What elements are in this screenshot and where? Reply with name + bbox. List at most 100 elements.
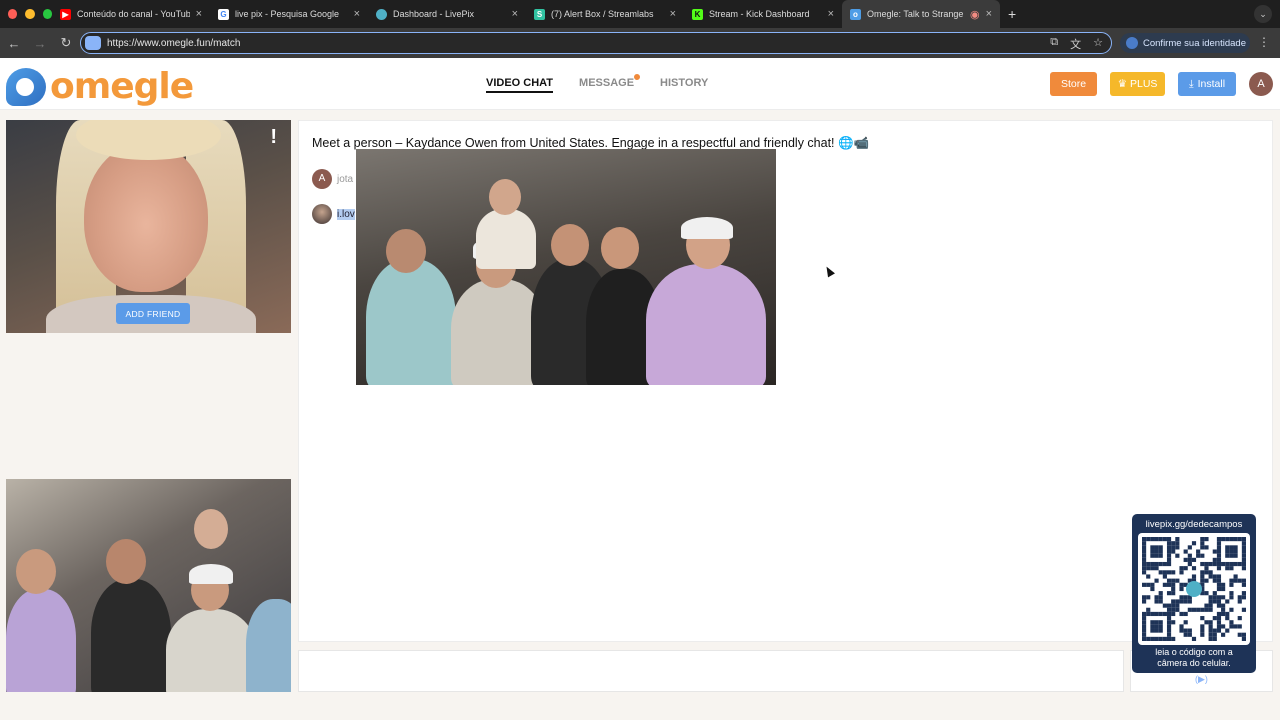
qr-module [1200, 632, 1205, 637]
qr-module [1237, 561, 1242, 567]
qr-module [1171, 570, 1176, 575]
identity-chip[interactable]: Confirme sua identidade [1120, 33, 1250, 53]
message-input[interactable] [298, 650, 1124, 692]
install-button[interactable]: ⤓ Install [1178, 72, 1236, 96]
tab-streamlabs[interactable]: S (7) Alert Box / Streamlabs × [526, 0, 684, 28]
chat-message: i.lov [312, 204, 355, 224]
qr-center-logo [1186, 581, 1202, 597]
qr-module [1229, 537, 1234, 542]
qr-module [1171, 541, 1176, 546]
qr-module [1150, 611, 1155, 617]
qr-module [1208, 603, 1213, 608]
store-button[interactable]: Store [1050, 72, 1097, 96]
video-content [6, 589, 76, 692]
qr-module [1158, 545, 1163, 550]
qr-module [1221, 582, 1226, 587]
qr-module [1142, 632, 1147, 637]
address-bar[interactable]: https://www.omegle.fun/match ⧉ 文 ☆ [80, 32, 1112, 54]
new-tab-icon[interactable]: + [1008, 6, 1016, 22]
qr-module [1179, 595, 1184, 600]
qr-module [1150, 624, 1155, 629]
qr-module [1225, 549, 1230, 554]
qr-module [1229, 620, 1234, 625]
qr-module [1200, 616, 1205, 621]
qr-module [1166, 541, 1172, 546]
translate-icon[interactable]: 文 [1070, 36, 1081, 52]
add-friend-button[interactable]: ADD FRIEND [116, 303, 190, 324]
site-info-icon[interactable] [85, 36, 101, 50]
qr-module [1142, 566, 1147, 571]
qr-module [1146, 566, 1151, 571]
nav-history[interactable]: HISTORY [660, 77, 708, 93]
video-content [489, 179, 521, 215]
qr-module [1233, 624, 1238, 629]
qr-module [1171, 586, 1176, 592]
qr-module [1204, 578, 1209, 583]
qr-module [1216, 545, 1222, 550]
qr-module [1216, 557, 1222, 562]
qr-module [1150, 636, 1155, 641]
tab-google[interactable]: G live pix - Pesquisa Google × [210, 0, 368, 28]
qr-module [1166, 557, 1172, 562]
qr-module [1183, 599, 1188, 604]
qr-module [1171, 636, 1176, 641]
self-video [6, 479, 291, 692]
qr-module [1216, 549, 1222, 554]
omegle-logo[interactable]: omegle [6, 66, 194, 107]
tab-youtube[interactable]: ▶ Conteúdo do canal - YouTube × [52, 0, 210, 28]
qr-module [1233, 545, 1238, 550]
back-icon[interactable]: ← [2, 36, 26, 51]
close-tab-icon[interactable]: × [670, 8, 676, 20]
install-app-icon[interactable]: ⧉ [1050, 36, 1058, 52]
qr-module [1229, 566, 1234, 571]
qr-module [1221, 595, 1226, 600]
qr-module [1166, 578, 1172, 583]
qr-module [1146, 574, 1151, 579]
qr-module [1166, 591, 1172, 596]
qr-module [1196, 607, 1201, 612]
tab-search-icon[interactable]: ⌄ [1254, 5, 1272, 23]
reload-icon[interactable]: ↻ [54, 35, 78, 51]
minimize-window-button[interactable] [25, 9, 35, 19]
plus-label: PLUS [1129, 78, 1158, 90]
forward-icon[interactable]: → [28, 36, 52, 51]
qr-module [1241, 561, 1246, 567]
close-tab-icon[interactable]: × [986, 8, 992, 20]
qr-module [1221, 603, 1226, 608]
qr-module [1241, 549, 1246, 554]
qr-module [1179, 566, 1184, 571]
bookmark-star-icon[interactable]: ☆ [1093, 36, 1103, 52]
report-button[interactable]: ! [270, 126, 277, 149]
qr-module [1183, 595, 1188, 600]
kick-icon: K [692, 8, 703, 20]
plus-button[interactable]: ♛ PLUS [1110, 72, 1165, 96]
nav-video-chat[interactable]: VIDEO CHAT [486, 77, 554, 93]
qr-module [1175, 607, 1180, 612]
user-avatar[interactable]: A [1249, 72, 1273, 96]
streamlabs-icon: S [534, 8, 545, 20]
qr-module [1162, 603, 1167, 608]
close-tab-icon[interactable]: × [354, 8, 360, 20]
close-tab-icon[interactable]: × [828, 8, 834, 20]
tab-omegle[interactable]: o Omegle: Talk to Strangers! ◉ × [842, 0, 1000, 28]
qr-module [1212, 599, 1217, 604]
qr-module [1200, 624, 1205, 629]
message-avatar [312, 204, 332, 224]
qr-module [1166, 545, 1172, 550]
nav-message[interactable]: MESSAGE [579, 74, 641, 93]
qr-module [1150, 537, 1155, 542]
close-tab-icon[interactable]: × [196, 8, 202, 20]
livepix-qr-overlay: livepix.gg/dedecampos leia o código com … [1132, 514, 1256, 673]
tab-livepix[interactable]: Dashboard - LivePix × [368, 0, 526, 28]
install-label: Install [1197, 78, 1226, 90]
browser-menu-icon[interactable]: ⋮ [1258, 35, 1270, 49]
maximize-window-button[interactable] [42, 9, 52, 19]
shared-video-overlay[interactable] [356, 149, 776, 385]
tab-kick[interactable]: K Stream - Kick Dashboard × [684, 0, 842, 28]
qr-module [1166, 582, 1172, 587]
close-window-button[interactable] [8, 9, 18, 19]
close-tab-icon[interactable]: × [512, 8, 518, 20]
qr-module [1150, 620, 1155, 625]
qr-module [1154, 566, 1159, 571]
qr-module [1187, 553, 1192, 558]
